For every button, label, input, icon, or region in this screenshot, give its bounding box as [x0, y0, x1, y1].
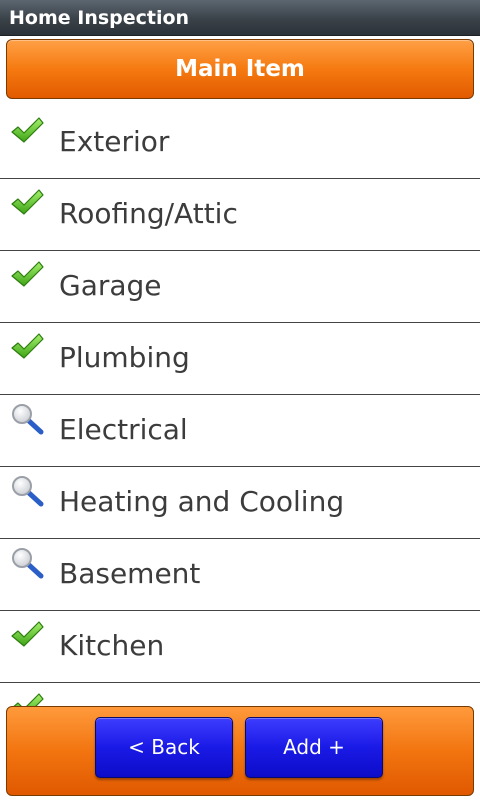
app-title: Home Inspection — [9, 7, 190, 29]
magnifier-icon — [10, 547, 44, 579]
back-button[interactable]: < Back — [95, 717, 233, 778]
list-item-label: Basement — [59, 557, 201, 590]
title-bar: Home Inspection — [0, 0, 480, 36]
list-item[interactable]: Basement — [0, 539, 480, 611]
check-icon — [10, 619, 44, 651]
list-item[interactable] — [0, 683, 480, 706]
check-icon — [10, 187, 44, 219]
list-item-label: Roofing/Attic — [59, 197, 238, 230]
add-button[interactable]: Add + — [245, 717, 383, 778]
list-item-label: Exterior — [59, 125, 170, 158]
list-item-label: Plumbing — [59, 341, 190, 374]
list-item[interactable]: Electrical — [0, 395, 480, 467]
list-item[interactable]: Garage — [0, 251, 480, 323]
list-item-label: Kitchen — [59, 629, 165, 662]
bottom-toolbar: < Back Add + — [6, 706, 474, 796]
list-item-label: Garage — [59, 269, 162, 302]
list-item[interactable]: Heating and Cooling — [0, 467, 480, 539]
check-icon — [10, 259, 44, 291]
list-item[interactable]: Exterior — [0, 107, 480, 179]
check-icon — [10, 115, 44, 147]
list-item[interactable]: Kitchen — [0, 611, 480, 683]
list-item-label: Electrical — [59, 413, 188, 446]
list-item-label: Heating and Cooling — [59, 485, 345, 518]
inspection-item-list[interactable]: Exterior Roofing/Attic Garage Plumbing E… — [0, 107, 480, 706]
list-item[interactable]: Roofing/Attic — [0, 179, 480, 251]
check-icon — [10, 331, 44, 363]
magnifier-icon — [10, 403, 44, 435]
magnifier-icon — [10, 475, 44, 507]
list-item[interactable]: Plumbing — [0, 323, 480, 395]
check-icon — [10, 691, 44, 706]
main-item-header-button[interactable]: Main Item — [6, 39, 474, 99]
